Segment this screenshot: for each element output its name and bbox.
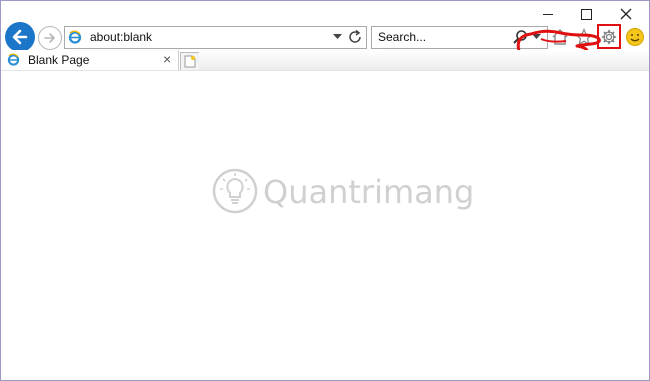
dropdown-arrow-icon[interactable]: [333, 34, 342, 40]
close-button[interactable]: [611, 5, 641, 23]
search-input[interactable]: Search...: [378, 30, 426, 44]
smiley-feedback-icon[interactable]: [625, 27, 645, 47]
gear-icon: [601, 29, 617, 44]
tab-strip: [199, 50, 649, 70]
forward-arrow-icon: [44, 33, 55, 43]
address-text[interactable]: about:blank: [90, 30, 152, 44]
new-tab-button[interactable]: [180, 52, 200, 71]
watermark: Quantrimang: [211, 167, 474, 217]
minimize-icon: [543, 13, 553, 15]
new-tab-icon: [184, 55, 196, 68]
watermark-text: Quantrimang: [263, 173, 475, 211]
address-bar[interactable]: about:blank: [64, 26, 367, 49]
tab-close-button[interactable]: ×: [163, 51, 171, 67]
ie-logo-icon: [68, 30, 82, 44]
tab-blank-page[interactable]: Blank Page ×: [2, 50, 179, 70]
refresh-icon[interactable]: [347, 29, 363, 45]
browser-window: about:blank Search... Blank Page × Quant…: [0, 0, 650, 381]
ie-logo-icon: [7, 53, 20, 66]
lightbulb-icon: [212, 168, 258, 214]
maximize-icon: [580, 8, 592, 20]
tab-divider: [1, 70, 649, 71]
tab-label: Blank Page: [28, 53, 90, 67]
back-arrow-icon: [12, 29, 28, 45]
settings-button[interactable]: [597, 24, 621, 49]
close-icon: [620, 8, 632, 20]
forward-button[interactable]: [38, 26, 62, 50]
back-button[interactable]: [5, 22, 35, 52]
